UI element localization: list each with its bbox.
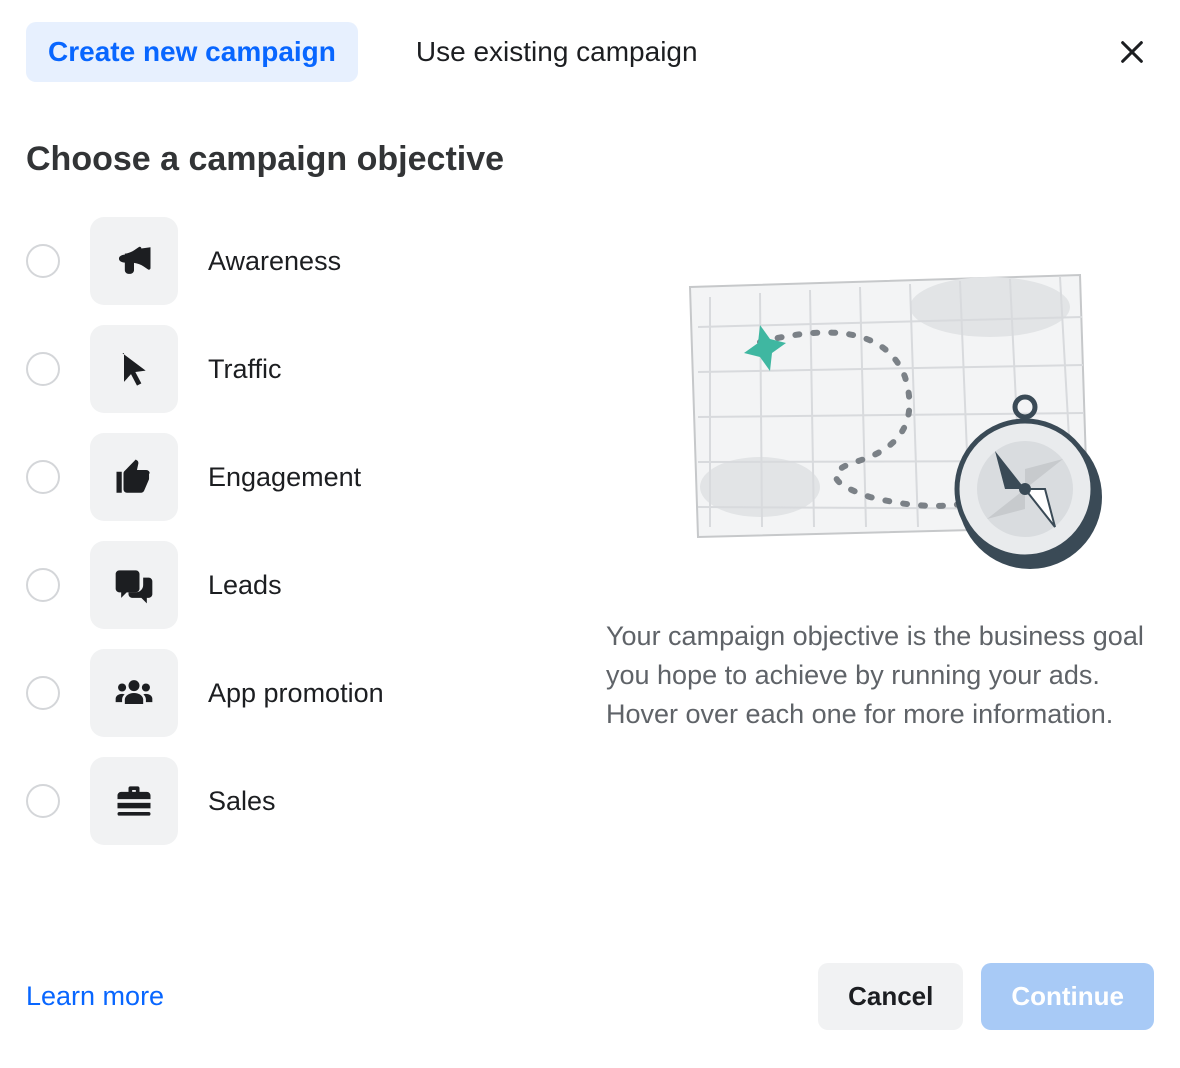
- cancel-button[interactable]: Cancel: [818, 963, 963, 1030]
- objective-awareness[interactable]: Awareness: [26, 217, 546, 305]
- dialog-footer: Learn more Cancel Continue: [26, 963, 1154, 1030]
- continue-button[interactable]: Continue: [981, 963, 1154, 1030]
- map-compass-illustration: [650, 257, 1110, 577]
- objective-label: App promotion: [208, 678, 384, 709]
- radio-sales[interactable]: [26, 784, 60, 818]
- info-panel: Your campaign objective is the business …: [606, 217, 1154, 845]
- objective-label: Awareness: [208, 246, 341, 277]
- objective-label: Leads: [208, 570, 282, 601]
- objective-engagement[interactable]: Engagement: [26, 433, 546, 521]
- megaphone-icon: [90, 217, 178, 305]
- radio-awareness[interactable]: [26, 244, 60, 278]
- objective-label: Sales: [208, 786, 276, 817]
- objective-traffic[interactable]: Traffic: [26, 325, 546, 413]
- page-title: Choose a campaign objective: [26, 140, 1154, 179]
- top-tab-bar: Create new campaign Use existing campaig…: [26, 20, 1154, 84]
- radio-traffic[interactable]: [26, 352, 60, 386]
- learn-more-link[interactable]: Learn more: [26, 981, 164, 1012]
- objective-app-promotion[interactable]: App promotion: [26, 649, 546, 737]
- radio-app-promotion[interactable]: [26, 676, 60, 710]
- users-icon: [90, 649, 178, 737]
- objective-leads[interactable]: Leads: [26, 541, 546, 629]
- objective-list: Awareness Traffic Engagement Leads: [26, 217, 546, 845]
- briefcase-icon: [90, 757, 178, 845]
- cursor-icon: [90, 325, 178, 413]
- thumbs-up-icon: [90, 433, 178, 521]
- objective-label: Traffic: [208, 354, 282, 385]
- radio-engagement[interactable]: [26, 460, 60, 494]
- objective-sales[interactable]: Sales: [26, 757, 546, 845]
- radio-leads[interactable]: [26, 568, 60, 602]
- tab-create-new-campaign[interactable]: Create new campaign: [26, 22, 358, 82]
- objective-label: Engagement: [208, 462, 361, 493]
- close-icon: [1118, 38, 1146, 66]
- close-button[interactable]: [1110, 30, 1154, 74]
- info-description: Your campaign objective is the business …: [606, 617, 1154, 734]
- tab-use-existing-campaign[interactable]: Use existing campaign: [394, 22, 720, 82]
- chat-bubbles-icon: [90, 541, 178, 629]
